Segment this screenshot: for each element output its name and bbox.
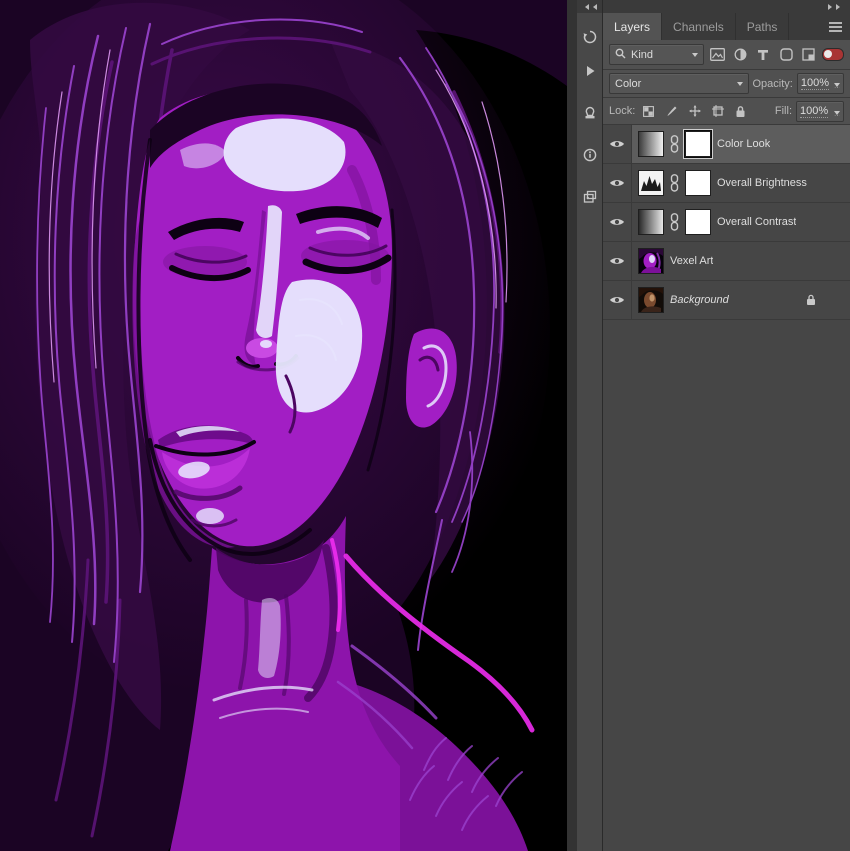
layer-row[interactable]: Overall Contrast (603, 203, 850, 242)
visibility-toggle[interactable] (603, 242, 632, 280)
tab-channels[interactable]: Channels (662, 13, 736, 40)
filter-kind-dropdown[interactable]: Kind (609, 44, 705, 65)
history-panel-icon[interactable] (580, 27, 600, 47)
chevron-down-icon (736, 82, 743, 89)
chevron-down-icon (834, 110, 840, 116)
document-canvas[interactable] (0, 0, 567, 851)
layer-comps-panel-icon[interactable] (580, 187, 600, 207)
layer-name[interactable]: Background (670, 294, 729, 306)
filter-search-icon (615, 48, 626, 62)
adjustment-layer-filter-icon[interactable] (731, 46, 750, 64)
layer-mask-thumbnail[interactable] (685, 209, 711, 235)
clone-source-panel-icon[interactable] (580, 103, 600, 123)
info-panel-icon[interactable] (580, 145, 600, 165)
panel-dock (577, 0, 603, 851)
blend-mode-value: Color (615, 77, 642, 90)
layer-name[interactable]: Overall Contrast (717, 216, 796, 228)
fill-dropdown[interactable]: 100% (796, 100, 844, 122)
layer-list: Color Look Overall Brightness Overall Co… (603, 125, 850, 851)
layer-filter-row: Kind (603, 40, 850, 70)
eye-icon (610, 141, 624, 147)
background-photo-thumbnail[interactable] (638, 287, 664, 313)
layer-row[interactable]: Color Look (603, 125, 850, 164)
visibility-toggle[interactable] (603, 281, 632, 319)
layer-name[interactable]: Overall Brightness (717, 177, 807, 189)
photoshop-window: Layers Channels Paths Kind Color Opacity… (0, 0, 850, 851)
lock-transparent-icon[interactable] (639, 102, 658, 120)
layers-panel: Layers Channels Paths Kind Color Opacity… (603, 0, 850, 851)
gradient-map-thumbnail[interactable] (638, 131, 664, 157)
visibility-toggle[interactable] (603, 203, 632, 241)
layer-row[interactable]: Overall Brightness (603, 164, 850, 203)
shape-layer-filter-icon[interactable] (777, 46, 796, 64)
tab-paths[interactable]: Paths (736, 13, 790, 40)
blend-row: Color Opacity: 100% (603, 70, 850, 98)
actions-panel-icon[interactable] (580, 61, 600, 81)
filter-kind-value: Kind (631, 48, 654, 61)
fill-label: Fill: (774, 105, 792, 117)
tab-layers[interactable]: Layers (603, 13, 663, 40)
layer-row[interactable]: Background (603, 281, 850, 320)
expand-dock-arrows[interactable] (577, 0, 602, 13)
gradient-map-thumbnail[interactable] (638, 209, 664, 235)
chevron-down-icon (834, 83, 840, 88)
link-mask-icon (670, 213, 679, 231)
opacity-label: Opacity: (752, 77, 793, 90)
filter-toggle[interactable] (822, 48, 845, 61)
layer-lock-icon (806, 294, 816, 306)
dock-gutter (567, 0, 577, 851)
panel-tabs: Layers Channels Paths (603, 13, 850, 40)
layer-mask-thumbnail[interactable] (685, 131, 711, 157)
fill-value: 100% (800, 104, 829, 118)
opacity-dropdown[interactable]: 100% (796, 73, 844, 94)
smart-object-filter-icon[interactable] (799, 46, 818, 64)
eye-icon (610, 219, 624, 225)
lock-row: Lock: Fill: 100% (603, 98, 850, 125)
collapse-panel-arrows[interactable] (828, 3, 835, 10)
blend-mode-dropdown[interactable]: Color (609, 73, 749, 94)
layer-row[interactable]: Vexel Art (603, 242, 850, 281)
vexel-artwork (0, 0, 567, 851)
panel-menu-icon[interactable] (829, 21, 842, 32)
eye-icon (610, 258, 624, 264)
levels-thumbnail[interactable] (638, 170, 664, 196)
lock-position-icon[interactable] (685, 102, 704, 120)
link-mask-icon (670, 174, 679, 192)
collapse-panel-arrows[interactable] (836, 3, 843, 10)
layer-mask-thumbnail[interactable] (685, 170, 711, 196)
eye-icon (610, 180, 624, 186)
link-mask-icon (670, 135, 679, 153)
layer-name[interactable]: Color Look (717, 138, 770, 150)
vexel-art-thumbnail[interactable] (638, 248, 664, 274)
opacity-value: 100% (800, 77, 829, 90)
lock-pixels-icon[interactable] (662, 102, 681, 120)
lock-label: Lock: (609, 105, 636, 117)
eye-icon (610, 297, 624, 303)
type-layer-filter-icon[interactable] (754, 46, 773, 64)
lock-artboard-icon[interactable] (708, 102, 727, 120)
visibility-toggle[interactable] (603, 164, 632, 202)
visibility-toggle[interactable] (603, 125, 632, 163)
panel-topbar (603, 0, 850, 13)
layer-name[interactable]: Vexel Art (670, 255, 713, 267)
chevron-down-icon (692, 53, 699, 60)
lock-all-icon[interactable] (731, 102, 750, 120)
pixel-layer-filter-icon[interactable] (708, 46, 727, 64)
